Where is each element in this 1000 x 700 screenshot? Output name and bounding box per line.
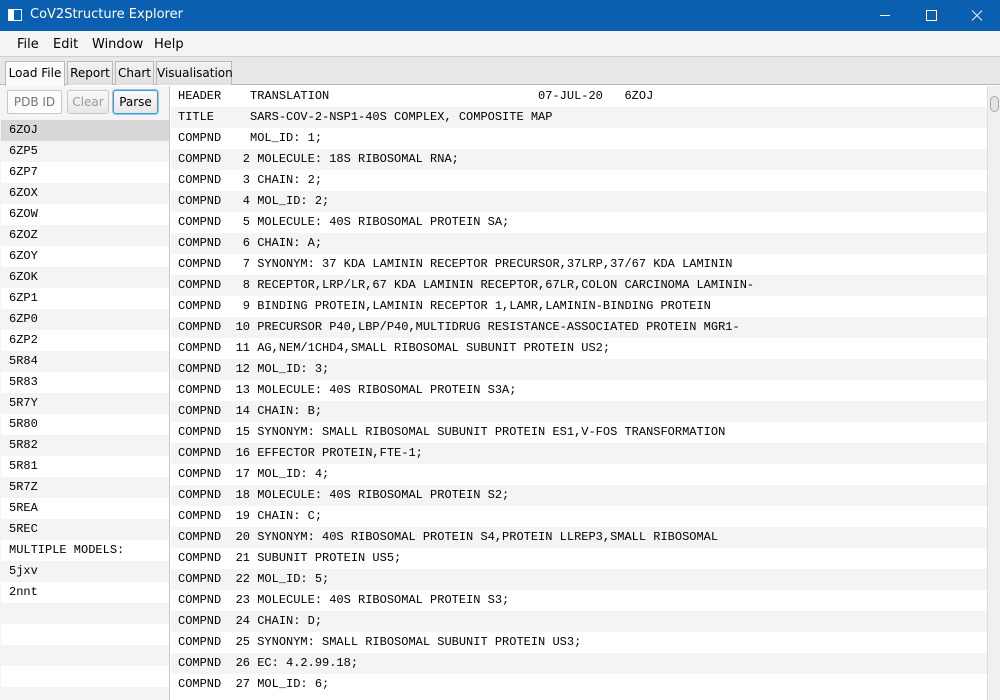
list-item[interactable] (1, 666, 169, 687)
file-line: COMPND 17 MOL_ID: 4; (178, 467, 330, 481)
list-item[interactable]: 6ZOY (1, 246, 169, 267)
file-line: COMPND 20 SYNONYM: 40S RIBOSOMAL PROTEIN… (171, 527, 987, 548)
list-item[interactable]: 5jxv (1, 561, 169, 582)
file-line: COMPND 22 MOL_ID: 5; (171, 569, 987, 590)
file-line: COMPND 25 SYNONYM: SMALL RIBOSOMAL SUBUN… (178, 635, 582, 649)
list-item[interactable] (1, 603, 169, 624)
tab-chart[interactable]: Chart (115, 61, 154, 85)
clear-button[interactable]: Clear (67, 90, 109, 114)
list-item[interactable]: 5R81 (1, 456, 169, 477)
tab-visualisation[interactable]: Visualisation (156, 61, 233, 85)
scrollbar-thumb[interactable] (990, 96, 999, 112)
file-line: COMPND MOL_ID: 1; (178, 131, 323, 145)
file-line: COMPND 5 MOLECULE: 40S RIBOSOMAL PROTEIN… (178, 215, 510, 229)
file-line: COMPND 8 RECEPTOR,LRP/LR,67 KDA LAMININ … (171, 275, 987, 296)
file-line: HEADER TRANSLATION 07-JUL-20 6ZOJ (178, 89, 654, 103)
list-item[interactable]: 5R82 (1, 435, 169, 456)
menu-file[interactable]: File (17, 37, 39, 52)
tab-load-file[interactable]: Load File (5, 61, 65, 86)
title-bar: CoV2Structure Explorer (0, 0, 1000, 31)
list-item[interactable]: 5R80 (1, 414, 169, 435)
menu-window[interactable]: Window (92, 37, 143, 52)
list-item[interactable]: 6ZOK (1, 267, 169, 288)
vertical-scrollbar[interactable] (987, 86, 1000, 700)
file-line: TITLE SARS-COV-2-NSP1-40S COMPLEX, COMPO… (171, 107, 987, 128)
maximize-button[interactable] (908, 0, 954, 31)
menu-help[interactable]: Help (154, 37, 184, 52)
file-line: COMPND 12 MOL_ID: 3; (171, 359, 987, 380)
load-toolbar: Clear Parse (0, 86, 170, 119)
structure-panel: Clear Parse 6ZOJ6ZP56ZP76ZOX6ZOW6ZOZ6ZOY… (0, 86, 170, 700)
close-button[interactable] (954, 0, 1000, 31)
list-item[interactable]: 5R84 (1, 351, 169, 372)
file-line: COMPND 3 CHAIN: 2; (178, 173, 323, 187)
file-line: COMPND 21 SUBUNIT PROTEIN US5; (178, 551, 402, 565)
file-line: COMPND 2 MOLECULE: 18S RIBOSOMAL RNA; (171, 149, 987, 170)
tab-report[interactable]: Report (67, 61, 113, 85)
structure-list[interactable]: 6ZOJ 6ZP5 6ZP7 6ZOX 6ZOW 6ZOZ 6ZOY 6ZOK 6ZP1 6ZP0… (1, 120, 169, 700)
minimize-button[interactable] (862, 0, 908, 31)
list-item[interactable]: 5REA (1, 498, 169, 519)
list-item[interactable]: 5R7Y (1, 393, 169, 414)
file-line: COMPND 27 MOL_ID: 6; (178, 677, 330, 691)
list-item[interactable]: 6ZP0 (1, 309, 169, 330)
list-item[interactable]: 2nnt (1, 582, 169, 603)
list-item[interactable]: 5REC (1, 519, 169, 540)
menu-bar: File Edit Window Help (0, 31, 1000, 57)
list-item[interactable]: 5R7Z (1, 477, 169, 498)
file-line: COMPND 7 SYNONYM: 37 KDA LAMININ RECEPTO… (178, 257, 733, 271)
file-line: COMPND 16 EFFECTOR PROTEIN,FTE-1; (171, 443, 987, 464)
menu-edit[interactable]: Edit (53, 37, 78, 52)
file-line: COMPND 10 PRECURSOR P40,LBP/P40,MULTIDRU… (171, 317, 987, 338)
file-line: COMPND 23 MOLECULE: 40S RIBOSOMAL PROTEI… (178, 593, 510, 607)
list-item[interactable] (1, 645, 169, 666)
app-window-icon (8, 9, 22, 21)
list-item[interactable]: 6ZP2 (1, 330, 169, 351)
file-line: COMPND 11 AG,NEM/1CHD4,SMALL RIBOSOMAL S… (178, 341, 611, 355)
file-line: COMPND 19 CHAIN: C; (178, 509, 323, 523)
file-line: COMPND 26 EC: 4.2.99.18; (171, 653, 987, 674)
list-item[interactable]: 6ZOW (1, 204, 169, 225)
tab-bar: Load File Report Chart Visualisation (0, 57, 1000, 86)
list-item[interactable]: 6ZOJ (1, 120, 169, 141)
list-item[interactable]: 6ZOX (1, 183, 169, 204)
pdb-file-view[interactable]: HEADER TRANSLATION 07-JUL-20 6ZOJ TITLE S… (171, 86, 987, 700)
pdb-id-input[interactable] (7, 90, 62, 114)
file-line: COMPND 9 BINDING PROTEIN,LAMININ RECEPTO… (178, 299, 711, 313)
list-item[interactable]: 6ZOZ (1, 225, 169, 246)
file-line: COMPND 13 MOLECULE: 40S RIBOSOMAL PROTEI… (178, 383, 517, 397)
parse-button[interactable]: Parse (113, 90, 158, 114)
window-title: CoV2Structure Explorer (30, 7, 183, 22)
list-item[interactable]: 6ZP7 (1, 162, 169, 183)
list-item[interactable]: 5R83 (1, 372, 169, 393)
file-line: COMPND 18 MOLECULE: 40S RIBOSOMAL PROTEI… (171, 485, 987, 506)
list-item[interactable]: MULTIPLE MODELS: (1, 540, 169, 561)
file-line: COMPND 24 CHAIN: D; (171, 611, 987, 632)
list-item[interactable] (1, 624, 169, 645)
list-item[interactable]: 6ZP1 (1, 288, 169, 309)
list-item[interactable] (1, 687, 169, 700)
file-line: COMPND 4 MOL_ID: 2; (171, 191, 987, 212)
file-line: COMPND 6 CHAIN: A; (171, 233, 987, 254)
file-line: COMPND 15 SYNONYM: SMALL RIBOSOMAL SUBUN… (178, 425, 726, 439)
file-line: COMPND 14 CHAIN: B; (171, 401, 987, 422)
list-item[interactable]: 6ZP5 (1, 141, 169, 162)
